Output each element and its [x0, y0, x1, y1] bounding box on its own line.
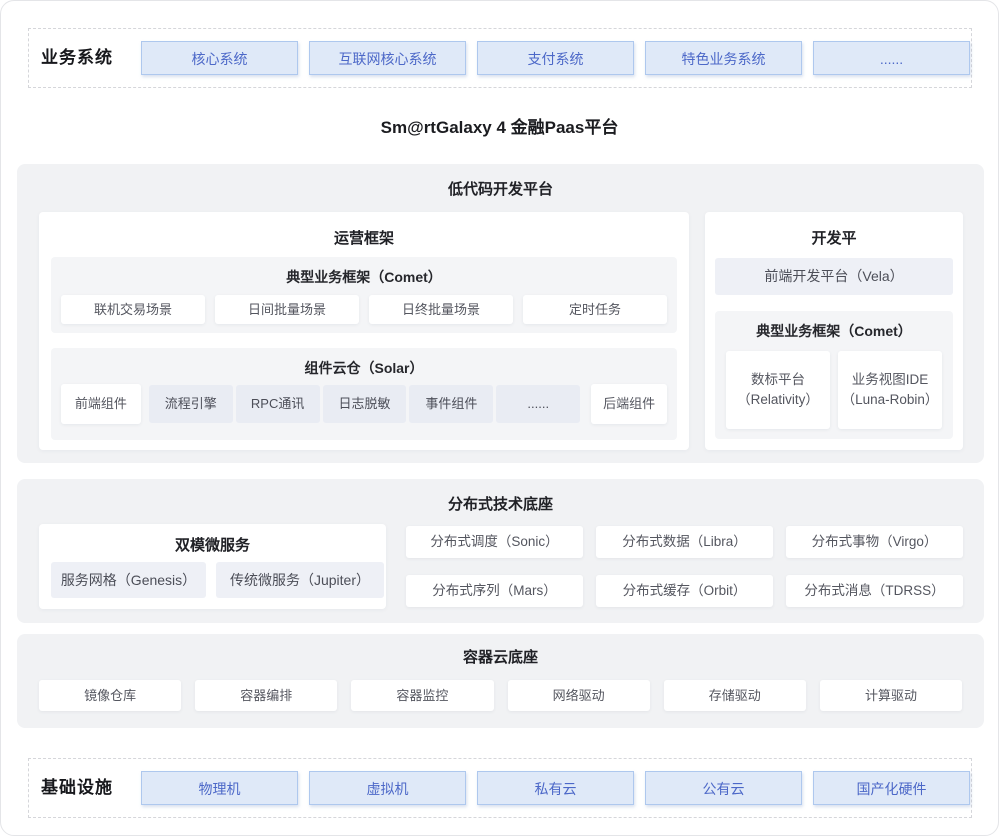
dual-mode-title: 双模微服务: [39, 534, 386, 555]
business-system-item: 互联网核心系统: [309, 41, 466, 75]
dev-comet-item-name: 数标平台: [726, 370, 830, 390]
container-base-section: 容器云底座 镜像仓库 容器编排 容器监控 网络驱动 存储驱动 计算驱动: [17, 634, 984, 728]
dev-comet-title: 典型业务框架（Comet）: [715, 321, 953, 341]
distributed-item: 分布式数据（Libra）: [596, 526, 773, 558]
vela-frontend-platform-item: 前端开发平台（Vela）: [715, 258, 953, 295]
comet-business-framework-title: 典型业务框架（Comet）: [51, 267, 677, 287]
business-systems-label: 业务系统: [41, 29, 113, 87]
comet-business-framework-subcard: 典型业务框架（Comet） 联机交易场景 日间批量场景 日终批量场景 定时任务: [51, 257, 677, 333]
dev-comet-item: 业务视图IDE （Luna-Robin）: [838, 351, 942, 429]
distributed-item: 分布式消息（TDRSS）: [786, 575, 963, 607]
container-base-item: 网络驱动: [508, 680, 650, 711]
architecture-diagram: 业务系统 核心系统 互联网核心系统 支付系统 特色业务系统 ...... Sm@…: [0, 0, 999, 836]
comet-scenario-item: 日间批量场景: [215, 295, 359, 324]
infrastructure-item: 国产化硬件: [813, 771, 970, 805]
dual-mode-microservice-card: 双模微服务 服务网格（Genesis） 传统微服务（Jupiter）: [39, 524, 386, 609]
solar-middle-item: 事件组件: [409, 385, 493, 423]
infrastructure-chips: 物理机 虚拟机 私有云 公有云 国产化硬件: [141, 771, 970, 805]
container-base-item: 容器监控: [351, 680, 493, 711]
dev-comet-row: 数标平台 （Relativity） 业务视图IDE （Luna-Robin）: [726, 351, 942, 429]
distributed-base-title: 分布式技术底座: [17, 493, 984, 514]
business-systems-strip: 业务系统 核心系统 互联网核心系统 支付系统 特色业务系统 ......: [28, 28, 972, 88]
distributed-item: 分布式缓存（Orbit）: [596, 575, 773, 607]
solar-middle-item: 日志脱敏: [323, 385, 407, 423]
dev-comet-item: 数标平台 （Relativity）: [726, 351, 830, 429]
dual-mode-row: 服务网格（Genesis） 传统微服务（Jupiter）: [51, 562, 384, 598]
business-system-item: 支付系统: [477, 41, 634, 75]
infrastructure-strip: 基础设施 物理机 虚拟机 私有云 公有云 国产化硬件: [28, 758, 972, 818]
solar-front-item: 前端组件: [61, 384, 141, 424]
infrastructure-item: 私有云: [477, 771, 634, 805]
dev-comet-item-code: （Relativity）: [726, 390, 830, 410]
infrastructure-item: 虚拟机: [309, 771, 466, 805]
distributed-item: 分布式事物（Virgo）: [786, 526, 963, 558]
infrastructure-item: 物理机: [141, 771, 298, 805]
infrastructure-item: 公有云: [645, 771, 802, 805]
business-system-item: 特色业务系统: [645, 41, 802, 75]
container-base-title: 容器云底座: [17, 646, 984, 667]
comet-scenario-item: 联机交易场景: [61, 295, 205, 324]
dev-comet-item-code: （Luna-Robin）: [838, 390, 942, 410]
business-systems-chips: 核心系统 互联网核心系统 支付系统 特色业务系统 ......: [141, 41, 970, 75]
business-system-item: ......: [813, 41, 970, 75]
page-title: Sm@rtGalaxy 4 金融Paas平台: [1, 113, 998, 143]
container-base-item: 存储驱动: [664, 680, 806, 711]
comet-scenario-item: 日终批量场景: [369, 295, 513, 324]
distributed-base-section: 分布式技术底座 双模微服务 服务网格（Genesis） 传统微服务（Jupite…: [17, 479, 984, 623]
dev-comet-item-name: 业务视图IDE: [838, 370, 942, 390]
solar-back-item: 后端组件: [591, 384, 667, 424]
dev-comet-subcard: 典型业务框架（Comet） 数标平台 （Relativity） 业务视图IDE …: [715, 311, 953, 439]
dual-mode-item: 服务网格（Genesis）: [51, 562, 206, 598]
dev-platform-card: 开发平 前端开发平台（Vela） 典型业务框架（Comet） 数标平台 （Rel…: [705, 212, 963, 450]
container-base-item: 容器编排: [195, 680, 337, 711]
container-base-item: 镜像仓库: [39, 680, 181, 711]
business-system-item: 核心系统: [141, 41, 298, 75]
distributed-item: 分布式序列（Mars）: [406, 575, 583, 607]
solar-middle-item: RPC通讯: [236, 385, 320, 423]
container-base-row: 镜像仓库 容器编排 容器监控 网络驱动 存储驱动 计算驱动: [39, 680, 962, 711]
dual-mode-item: 传统微服务（Jupiter）: [216, 562, 384, 598]
solar-component-row: 前端组件 流程引擎 RPC通讯 日志脱敏 事件组件 ...... 后端组件: [61, 384, 667, 424]
comet-scenario-item: 定时任务: [523, 295, 667, 324]
solar-middle-item: 流程引擎: [149, 385, 233, 423]
distributed-item: 分布式调度（Sonic）: [406, 526, 583, 558]
container-base-item: 计算驱动: [820, 680, 962, 711]
solar-middle-item: ......: [496, 385, 580, 423]
low-code-platform-title: 低代码开发平台: [17, 178, 984, 199]
infrastructure-label: 基础设施: [41, 759, 113, 817]
comet-scenario-row: 联机交易场景 日间批量场景 日终批量场景 定时任务: [61, 295, 667, 324]
operation-framework-title: 运营框架: [39, 227, 689, 248]
operation-framework-card: 运营框架 典型业务框架（Comet） 联机交易场景 日间批量场景 日终批量场景 …: [39, 212, 689, 450]
solar-component-subcard: 组件云仓（Solar） 前端组件 流程引擎 RPC通讯 日志脱敏 事件组件 ..…: [51, 348, 677, 440]
solar-component-title: 组件云仓（Solar）: [51, 358, 677, 378]
low-code-platform-section: 低代码开发平台 运营框架 典型业务框架（Comet） 联机交易场景 日间批量场景…: [17, 164, 984, 463]
dev-platform-title: 开发平: [705, 227, 963, 248]
